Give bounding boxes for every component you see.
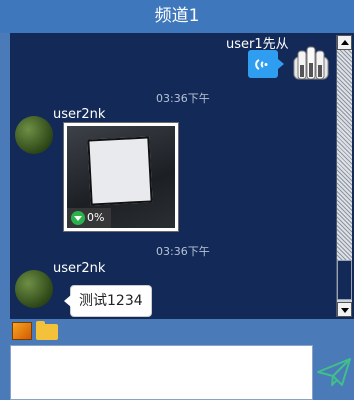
window-title: 频道1 [0, 0, 354, 33]
user-avatar[interactable] [15, 116, 53, 154]
input-toolbar [10, 319, 354, 343]
scroll-up-button[interactable] [337, 35, 352, 50]
scroll-track[interactable] [337, 50, 352, 260]
voice-message-bubble[interactable] [248, 50, 284, 78]
self-avatar[interactable] [292, 45, 330, 81]
download-progress: 0% [67, 208, 111, 228]
progress-value: 0% [87, 211, 105, 224]
paper-plane-icon[interactable] [316, 355, 352, 389]
wifi-signal-icon [255, 59, 268, 70]
sender-username: user2nk [53, 107, 106, 122]
scroll-down-button[interactable] [337, 302, 352, 317]
message-input[interactable] [10, 345, 313, 400]
message-timestamp: 03:36下午 [156, 92, 210, 105]
chat-panel[interactable]: user1先从 03:36下午 user2nk 0% 03:36下午 user2… [10, 33, 354, 319]
image-icon[interactable] [12, 322, 32, 340]
scroll-thumb[interactable] [337, 260, 352, 300]
message-timestamp: 03:36下午 [156, 245, 210, 258]
user-avatar[interactable] [15, 270, 53, 308]
chat-scrollbar[interactable] [336, 35, 352, 317]
download-arrow-icon [71, 211, 85, 225]
sender-username: user2nk [53, 261, 106, 276]
folder-icon[interactable] [36, 321, 58, 340]
text-message-bubble[interactable]: 测试1234 [64, 285, 152, 317]
